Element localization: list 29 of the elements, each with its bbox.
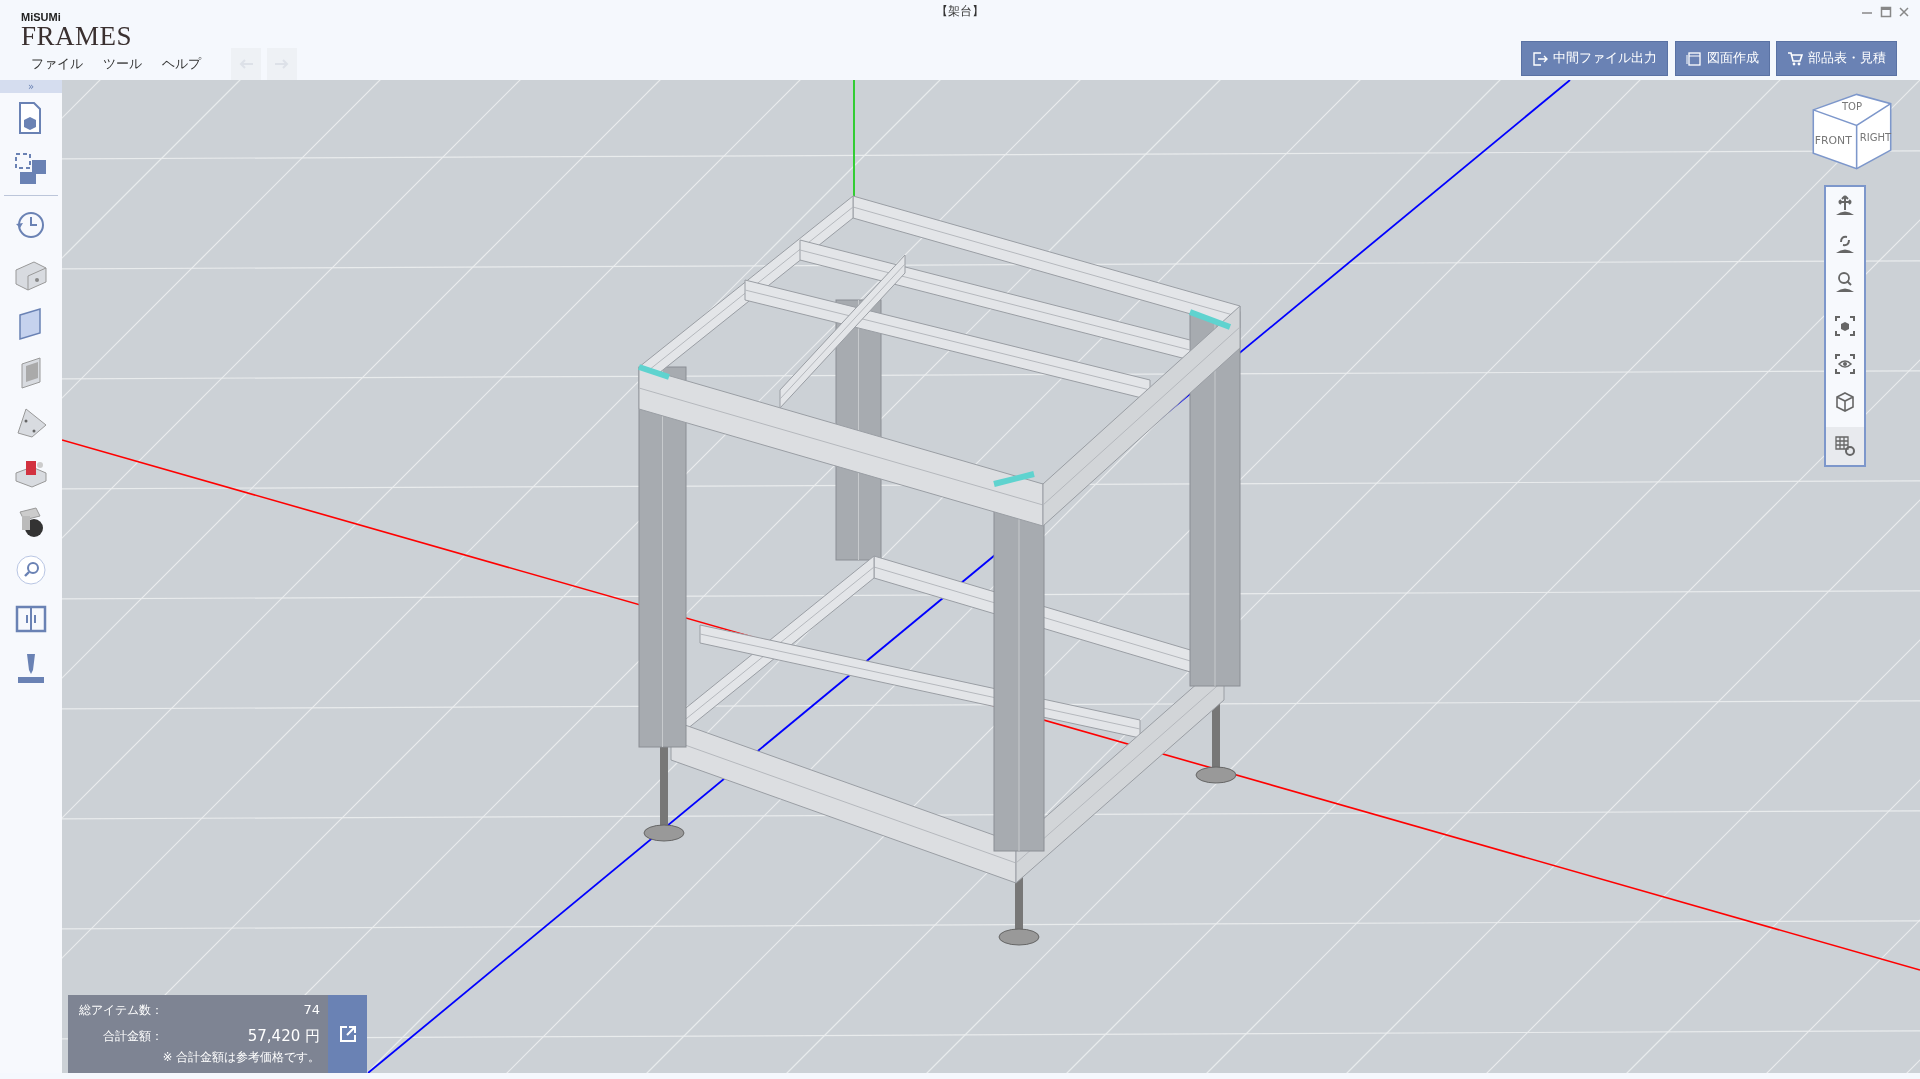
external-link-icon <box>337 1024 358 1044</box>
maximize-icon[interactable] <box>1879 6 1892 18</box>
sidebar-toggle[interactable]: » <box>0 80 62 93</box>
drawing-sheet-icon <box>1685 50 1702 67</box>
summary-note: ※ 合計金額は参考価格です。 <box>161 1049 320 1066</box>
window-title: 【架台】 <box>936 3 984 20</box>
brand-name: MiSUMi <box>21 12 62 23</box>
menu-item[interactable]: ツール <box>93 54 152 74</box>
eye-icon[interactable] <box>1833 352 1857 376</box>
export-icon <box>1532 50 1548 67</box>
summary-value: 74 <box>303 1001 320 1020</box>
fit-view-icon[interactable] <box>1833 314 1857 338</box>
summary-value: 57,420 円 <box>247 1025 320 1047</box>
cube-face-label[interactable]: FRONT <box>1814 133 1852 147</box>
grid-settings-icon[interactable] <box>1833 434 1857 458</box>
menu-item[interactable]: ヘルプ <box>152 54 211 74</box>
open-summary-button[interactable] <box>328 995 367 1073</box>
close-icon[interactable] <box>1898 6 1910 18</box>
action-button[interactable]: 中間ファイル出力 <box>1521 41 1668 76</box>
cart-icon <box>1787 50 1803 67</box>
action-button[interactable]: 部品表・見積 <box>1776 41 1897 76</box>
cube-icon[interactable] <box>1833 390 1857 414</box>
menu-item[interactable]: ファイル <box>21 54 93 74</box>
aluminum-frame-model-drawing[interactable] <box>636 195 1241 946</box>
cube-face-label[interactable]: TOP <box>1841 100 1863 112</box>
action-button[interactable]: 図面作成 <box>1674 41 1770 76</box>
summary-label: 総アイテム数： <box>78 1002 163 1019</box>
product-logo: FRAMES <box>21 23 133 50</box>
summary-label: 合計金額： <box>102 1028 163 1045</box>
